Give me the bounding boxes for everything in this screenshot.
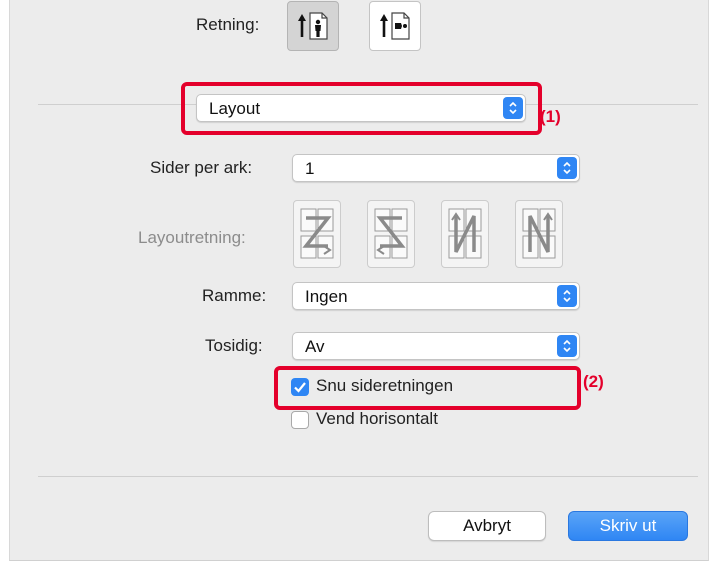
landscape-orientation-button[interactable]: [369, 1, 421, 51]
print-button[interactable]: Skriv ut: [568, 511, 688, 541]
two-sided-value: Av: [305, 337, 325, 356]
callout-2-label: (2): [583, 372, 604, 391]
flip-horizontal-checkbox[interactable]: [291, 411, 309, 429]
border-label: Ramme:: [202, 286, 267, 305]
chevron-up-down-icon: [557, 335, 577, 357]
portrait-orientation-icon: [298, 12, 328, 40]
orientation-label: Retning:: [196, 15, 260, 34]
layout-direction-z-button: [293, 200, 341, 268]
pages-per-sheet-value: 1: [305, 159, 315, 178]
layout-direction-label: Layoutretning:: [138, 228, 246, 247]
panel-select-value: Layout: [209, 99, 261, 118]
print-dialog-panel: Retning: Layout (1) Sider per ark: 1 Lay…: [9, 0, 709, 561]
reverse-orientation-label[interactable]: Snu sideretningen: [316, 376, 453, 396]
layout-z-order-icon: [300, 208, 334, 259]
layout-direction-s-button: [367, 200, 415, 268]
cancel-button[interactable]: Avbryt: [428, 511, 546, 541]
layout-s-order-icon: [374, 208, 408, 259]
layout-direction-n-reverse-button: [441, 200, 489, 268]
flip-horizontal-label[interactable]: Vend horisontalt: [316, 409, 438, 429]
checkmark-icon: [294, 382, 306, 393]
reverse-orientation-checkbox[interactable]: [291, 378, 309, 396]
footer-divider: [38, 476, 698, 477]
panel-select-dropdown[interactable]: Layout: [196, 94, 526, 122]
chevron-up-down-icon: [557, 157, 577, 179]
border-value: Ingen: [305, 287, 348, 306]
layout-direction-n-button: [515, 200, 563, 268]
callout-1-label: (1): [540, 107, 561, 126]
two-sided-dropdown[interactable]: Av: [292, 332, 580, 360]
pages-per-sheet-label: Sider per ark:: [150, 158, 253, 177]
two-sided-label: Tosidig:: [205, 336, 263, 355]
pages-per-sheet-dropdown[interactable]: 1: [292, 154, 580, 182]
landscape-orientation-icon: [380, 12, 410, 40]
chevron-up-down-icon: [503, 97, 523, 119]
portrait-orientation-button[interactable]: [287, 1, 339, 51]
border-dropdown[interactable]: Ingen: [292, 282, 580, 310]
layout-n-reverse-order-icon: [448, 208, 482, 259]
layout-n-order-icon: [522, 208, 556, 259]
chevron-up-down-icon: [557, 285, 577, 307]
